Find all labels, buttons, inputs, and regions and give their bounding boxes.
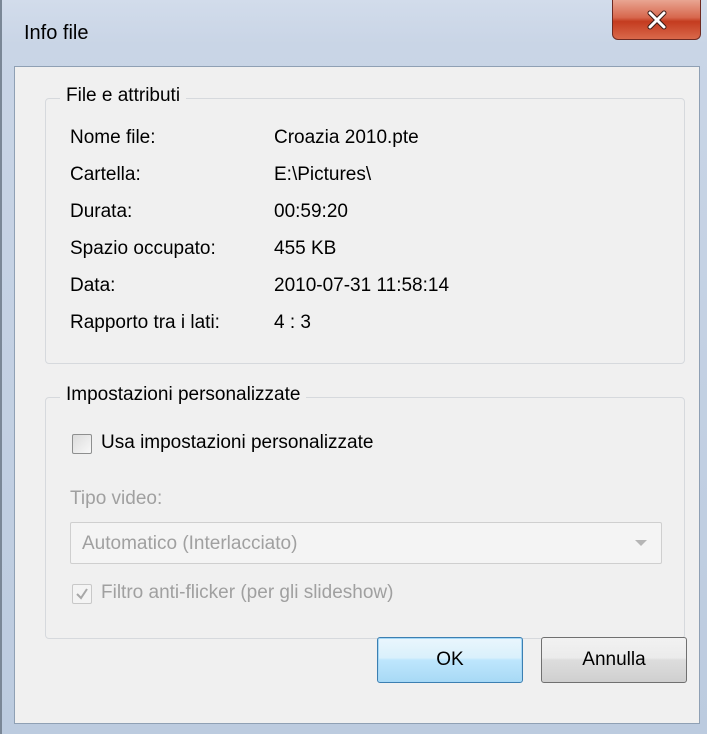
size-label: Spazio occupato: — [70, 238, 216, 259]
file-attributes-legend: File e attributi — [60, 85, 187, 107]
video-type-select[interactable]: Automatico (Interlacciato) — [70, 522, 662, 564]
file-attributes-group: File e attributi Nome file: Croazia 2010… — [45, 85, 685, 364]
ok-button[interactable]: OK — [377, 637, 523, 683]
checkmark-icon — [76, 588, 88, 600]
date-label: Data: — [70, 275, 116, 296]
close-icon — [647, 10, 666, 29]
custom-settings-group: Impostazioni personalizzate Usa impostaz… — [45, 384, 685, 639]
custom-settings-legend: Impostazioni personalizzate — [60, 384, 307, 406]
aspect-ratio-label: Rapporto tra i lati: — [70, 312, 220, 333]
dialog-window: Info file File e attributi Nome file: Cr… — [0, 0, 707, 734]
video-type-label: Tipo video: — [70, 488, 163, 509]
folder-label: Cartella: — [70, 164, 141, 185]
folder-value: E:\Pictures\ — [274, 164, 372, 185]
chevron-down-icon[interactable] — [635, 540, 647, 546]
dialog-body: File e attributi Nome file: Croazia 2010… — [14, 66, 700, 724]
use-custom-checkbox[interactable] — [72, 434, 92, 454]
duration-label: Durata: — [70, 201, 133, 222]
antiflicker-checkbox[interactable] — [72, 584, 92, 604]
file-name-value: Croazia 2010.pte — [274, 127, 419, 148]
video-type-value: Automatico (Interlacciato) — [82, 533, 298, 554]
close-button[interactable] — [612, 0, 701, 40]
dialog-title: Info file — [24, 22, 89, 44]
antiflicker-label[interactable]: Filtro anti-flicker (per gli slideshow) — [101, 582, 393, 604]
file-name-label: Nome file: — [70, 127, 156, 148]
duration-value: 00:59:20 — [274, 201, 348, 222]
aspect-ratio-value: 4 : 3 — [274, 312, 311, 333]
date-value: 2010-07-31 11:58:14 — [274, 275, 450, 296]
use-custom-label[interactable]: Usa impostazioni personalizzate — [101, 432, 373, 454]
cancel-button[interactable]: Annulla — [541, 637, 687, 683]
title-bar[interactable]: Info file — [2, 0, 707, 66]
size-value: 455 KB — [274, 238, 337, 259]
